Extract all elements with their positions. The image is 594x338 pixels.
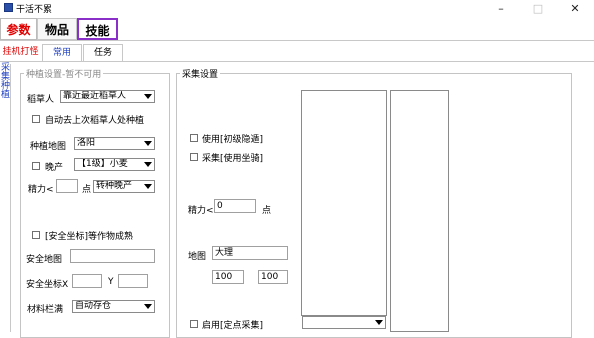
gather-map-input[interactable]: 大理 xyxy=(212,246,288,260)
auto-last-scarecrow-label: 自动去上次稻草人处种植 xyxy=(45,116,145,126)
tab-items[interactable]: 物品 xyxy=(37,18,77,40)
maximize-icon[interactable]: □ xyxy=(523,0,553,17)
safe-coord-x-label: 安全坐标X xyxy=(26,280,69,290)
fixed-point-gather-label: 启用[定点采集] xyxy=(202,321,264,331)
tab-common[interactable]: 常用 xyxy=(42,44,82,61)
gather-energy-input[interactable]: 0 xyxy=(214,199,256,213)
gather-energy-suffix: 点 xyxy=(262,206,272,216)
energy-prefix: 精力< xyxy=(28,185,54,195)
plant-map-label: 种植地图 xyxy=(30,142,67,152)
chevron-down-icon xyxy=(144,162,152,167)
chevron-down-icon xyxy=(144,184,152,189)
use-beginner-nav-label: 使用[初级隐遁] xyxy=(202,135,264,145)
gathering-legend: 采集设置 xyxy=(180,67,221,80)
chevron-down-icon xyxy=(144,304,152,309)
auto-last-scarecrow-checkbox[interactable] xyxy=(32,115,40,123)
tab-skills[interactable]: 技能 xyxy=(77,18,118,40)
tab-tasks[interactable]: 任务 xyxy=(83,44,123,61)
close-icon[interactable]: ✕ xyxy=(560,0,590,17)
sub-tab-divider xyxy=(0,61,594,62)
safe-coord-check-label: [安全坐标]等作物成熟 xyxy=(45,232,134,242)
gather-map-label: 地图 xyxy=(188,252,207,262)
late-crop-select[interactable]: 【1级】小麦 xyxy=(74,158,155,171)
use-beginner-nav-checkbox[interactable] xyxy=(190,134,198,142)
gather-coord-y-input[interactable]: 100 xyxy=(258,270,288,284)
safe-coord-y-label: Y xyxy=(108,277,114,287)
gather-energy-prefix: 精力< xyxy=(188,206,214,216)
gather-list-right[interactable] xyxy=(390,90,449,332)
chevron-down-icon xyxy=(375,320,383,325)
side-tab-label: 采集种植 xyxy=(1,63,11,100)
safe-coord-x-input[interactable] xyxy=(72,274,102,288)
safe-coord-y-input[interactable] xyxy=(118,274,148,288)
material-full-label: 材料栏满 xyxy=(27,305,64,315)
scarecrow-label: 稻草人 xyxy=(27,95,55,105)
chevron-down-icon xyxy=(144,141,152,146)
gather-use-mount-checkbox[interactable] xyxy=(190,153,198,161)
tab-params[interactable]: 参数 xyxy=(0,18,37,40)
fixed-point-select[interactable] xyxy=(302,316,386,329)
chevron-down-icon xyxy=(144,94,152,99)
energy-action-select[interactable]: 转种晚产 xyxy=(93,180,155,193)
app-icon xyxy=(4,3,13,12)
plant-energy-input[interactable] xyxy=(56,179,78,193)
planting-legend: 种植设置-暂不可用 xyxy=(24,67,104,80)
late-crop-checkbox[interactable] xyxy=(32,162,40,170)
plant-map-select[interactable]: 洛阳 xyxy=(74,137,155,150)
safe-map-label: 安全地图 xyxy=(26,255,63,265)
tab-hang-fight[interactable]: 挂机打怪 xyxy=(0,44,41,61)
fixed-point-gather-checkbox[interactable] xyxy=(190,320,198,328)
safe-coord-checkbox[interactable] xyxy=(32,231,40,239)
gather-use-mount-label: 采集[使用坐骑] xyxy=(202,154,264,164)
material-full-select[interactable]: 自动存仓 xyxy=(72,300,155,313)
side-tab-gather-plant[interactable]: 采集种植 xyxy=(0,64,11,332)
gather-list-left[interactable] xyxy=(301,90,387,316)
energy-suffix: 点 xyxy=(82,185,92,195)
top-tab-divider xyxy=(0,40,594,41)
gather-coord-x-input[interactable]: 100 xyxy=(212,270,244,284)
minimize-icon[interactable]: – xyxy=(486,0,516,17)
safe-map-input[interactable] xyxy=(70,249,155,263)
scarecrow-select[interactable]: 靠近最近稻草人 xyxy=(60,90,155,103)
late-crop-label: 晚产 xyxy=(45,163,64,173)
window-title: 干活不累 xyxy=(16,5,53,15)
